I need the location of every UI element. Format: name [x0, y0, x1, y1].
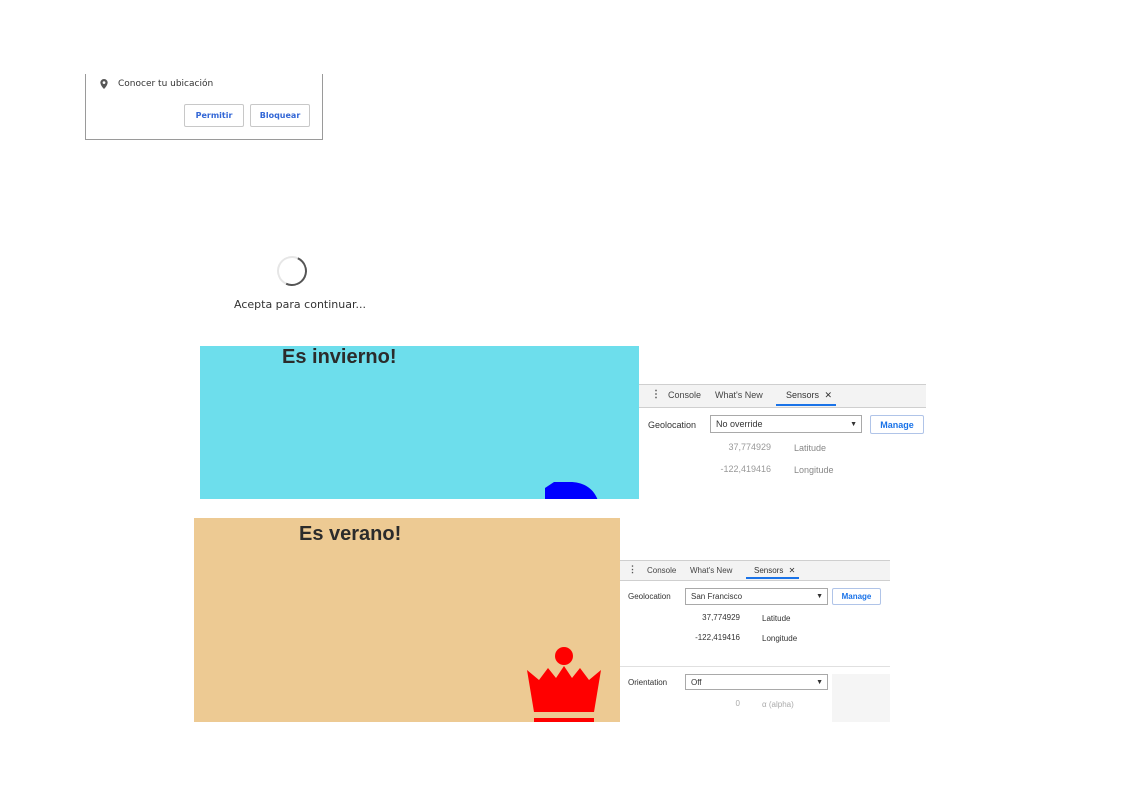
devtools-sensors-panel-bottom: ⋮ Console What's New Sensors ✕ Geolocati…: [620, 560, 890, 722]
chess-queen-icon: [527, 647, 601, 722]
devtools-sensors-panel-top: ⋮ Console What's New Sensors ✕ Geolocati…: [639, 384, 926, 484]
summer-title: Es verano!: [299, 523, 402, 545]
close-icon[interactable]: ✕: [825, 390, 833, 400]
orientation-select-value: Off: [691, 677, 702, 687]
alpha-label: α (alpha): [762, 700, 794, 709]
manage-button[interactable]: Manage: [832, 588, 881, 605]
allow-button[interactable]: Permitir: [184, 104, 244, 127]
latitude-value[interactable]: 37,774929: [670, 613, 740, 622]
devtools-tab-bar: ⋮ Console What's New Sensors ✕: [639, 384, 926, 408]
location-permission-prompt: Conocer tu ubicación Permitir Bloquear: [85, 74, 323, 140]
permission-item-label: Conocer tu ubicación: [118, 79, 214, 89]
dropdown-caret-icon: ▼: [816, 593, 823, 600]
orientation-label: Orientation: [628, 678, 668, 687]
geolocation-select[interactable]: No override ▼: [710, 415, 862, 433]
longitude-label: Longitude: [762, 634, 798, 643]
dropdown-caret-icon: ▼: [850, 420, 857, 428]
geolocation-select-value: San Francisco: [691, 592, 743, 601]
location-pin-icon: [100, 79, 108, 89]
geolocation-label: Geolocation: [648, 420, 697, 430]
tab-sensors[interactable]: Sensors ✕: [776, 390, 837, 406]
devtools-tab-bar: ⋮ Console What's New Sensors ✕: [620, 560, 890, 581]
dropdown-caret-icon: ▼: [816, 678, 823, 686]
geolocation-select[interactable]: San Francisco ▼: [685, 588, 828, 605]
orientation-preview[interactable]: [832, 674, 890, 722]
loading-spinner-icon: [272, 251, 312, 291]
tab-whats-new[interactable]: What's New: [690, 566, 732, 575]
tab-console[interactable]: Console: [668, 390, 701, 400]
summer-panel: Es verano!: [194, 518, 620, 722]
tab-sensors-label: Sensors: [786, 390, 820, 400]
geolocation-select-value: No override: [716, 419, 763, 429]
longitude-label: Longitude: [794, 465, 834, 475]
winter-title: Es invierno!: [282, 346, 397, 368]
chess-knight-icon: [545, 482, 598, 499]
tab-console[interactable]: Console: [647, 566, 676, 575]
permission-item: Conocer tu ubicación: [100, 79, 213, 89]
geolocation-label: Geolocation: [628, 592, 671, 601]
longitude-value[interactable]: -122,419416: [670, 633, 740, 642]
close-icon[interactable]: ✕: [789, 566, 796, 575]
latitude-label: Latitude: [762, 614, 791, 623]
alpha-value[interactable]: 0: [670, 699, 740, 708]
orientation-select[interactable]: Off ▼: [685, 674, 828, 690]
tab-whats-new[interactable]: What's New: [715, 390, 763, 400]
latitude-label: Latitude: [794, 443, 827, 453]
winter-panel: Es invierno!: [200, 346, 639, 499]
more-options-icon[interactable]: ⋮: [628, 564, 637, 575]
section-divider: [620, 666, 890, 667]
tab-sensors[interactable]: Sensors ✕: [746, 566, 800, 579]
manage-button[interactable]: Manage: [870, 415, 924, 434]
tab-sensors-label: Sensors: [754, 566, 784, 575]
block-button[interactable]: Bloquear: [250, 104, 310, 127]
more-options-icon[interactable]: ⋮: [651, 389, 661, 400]
loading-message: Acepta para continuar...: [234, 298, 366, 311]
latitude-value[interactable]: 37,774929: [699, 442, 771, 452]
longitude-value[interactable]: -122,419416: [699, 464, 771, 474]
